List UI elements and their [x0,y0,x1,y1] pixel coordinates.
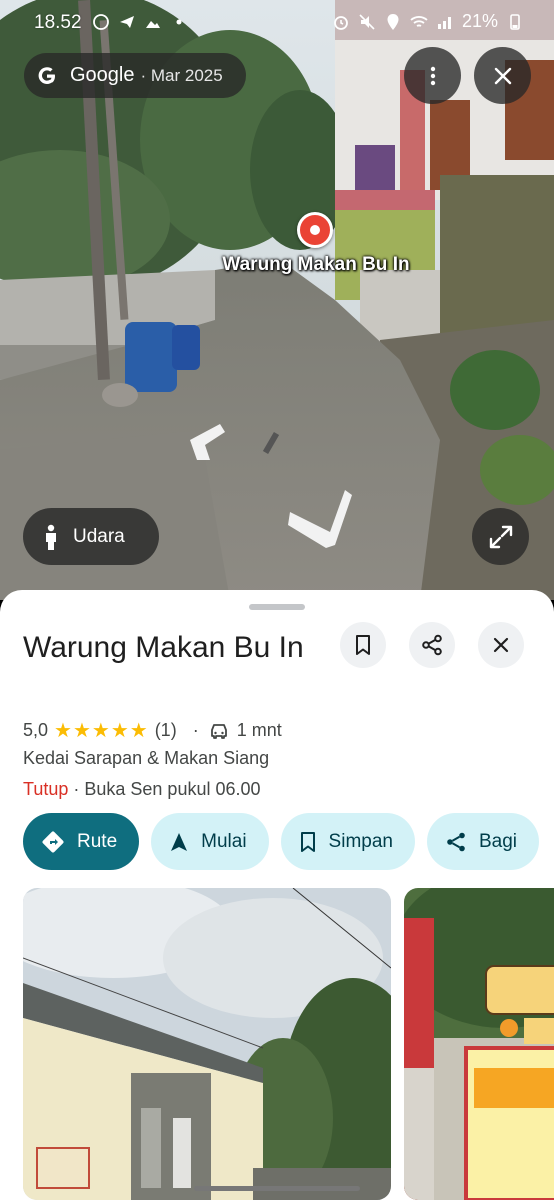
map-pin-icon [297,212,333,248]
rating-row: 5,0 ★★★★★ (1) · 1 mnt [23,718,282,743]
share-icon [422,634,442,656]
telegram-icon [120,16,134,28]
close-streetview-button[interactable] [474,47,531,104]
drive-time: · 1 mnt [193,720,282,741]
directions-icon [42,831,64,852]
opening-hours[interactable]: Tutup · Buka Sen pukul 06.00 [23,779,261,800]
place-marker-label: Warung Makan Bu In [222,254,410,275]
bookmark-icon [300,831,315,852]
action-chips: Rute Mulai Simpan Bagi [23,813,539,871]
whatsapp-icon [93,14,109,30]
person-icon [46,524,56,550]
google-brand-label: Google [70,64,135,86]
gallery-icon [146,21,160,28]
street-view-panorama[interactable]: 18.52 21% Google · Mar 2025 Warung Makan… [0,0,554,600]
place-marker[interactable]: Warung Makan Bu In [206,212,426,282]
battery-level: 21% [461,11,498,31]
share-label: Bagi [478,830,517,852]
car-icon [210,723,227,739]
save-label: Simpan [328,830,393,852]
battery-icon [510,13,520,30]
imagery-source-chip[interactable]: Google · Mar 2025 [24,53,246,98]
expand-icon [489,525,512,548]
save-icon-button[interactable] [340,622,386,668]
directions-button[interactable]: Rute [23,813,140,870]
expand-button[interactable] [472,508,529,565]
system-icons: 21% [332,11,524,32]
alarm-icon [334,15,348,30]
wifi-icon [410,15,428,27]
capture-date: · Mar 2025 [140,65,223,85]
location-icon [387,13,399,30]
google-g-icon [38,66,55,84]
navigation-arrow-icon [171,832,188,851]
dot-icon [176,19,182,25]
close-icon [493,637,509,653]
bookmark-icon [356,635,370,655]
place-title: Warung Makan Bu In [23,631,304,664]
more-vert-icon [430,66,435,85]
gesture-nav-pill[interactable] [194,1186,360,1191]
share-button[interactable]: Bagi [426,813,539,870]
start-label: Mulai [201,830,247,852]
aerial-view-label: Udara [73,525,125,547]
open-status: Tutup [23,779,69,799]
close-sheet-button[interactable] [478,622,524,668]
place-photo[interactable] [23,888,391,1200]
place-photo-image [404,888,554,1200]
signal-icon [437,16,451,29]
start-button[interactable]: Mulai [151,813,269,870]
save-button[interactable]: Simpan [280,813,415,870]
directions-label: Rute [77,830,118,852]
notification-icons [92,13,188,31]
dot-separator: · [192,720,199,740]
close-icon [494,67,511,84]
drive-time-value: 1 mnt [236,720,282,740]
rating-value: 5,0 [23,720,49,740]
review-count[interactable]: (1) [155,720,177,741]
rating-stars: ★★★★★ [54,720,149,742]
place-photo[interactable] [404,888,554,1200]
sheet-drag-handle[interactable] [249,604,305,610]
status-time: 18.52 [34,12,82,33]
place-category[interactable]: Kedai Sarapan & Makan Siang [23,748,269,769]
share-icon [447,832,465,851]
place-details-sheet: Warung Makan Bu In 5,0 ★★★★★ (1) · 1 mnt [0,590,554,1200]
status-bar: 18.52 21% [0,0,554,44]
share-icon-button[interactable] [409,622,455,668]
next-open-time: · Buka Sen pukul 06.00 [68,779,261,799]
mute-icon [359,13,375,30]
place-photo-image [23,888,391,1200]
more-options-button[interactable] [404,47,461,104]
aerial-view-button[interactable]: Udara [23,508,159,565]
